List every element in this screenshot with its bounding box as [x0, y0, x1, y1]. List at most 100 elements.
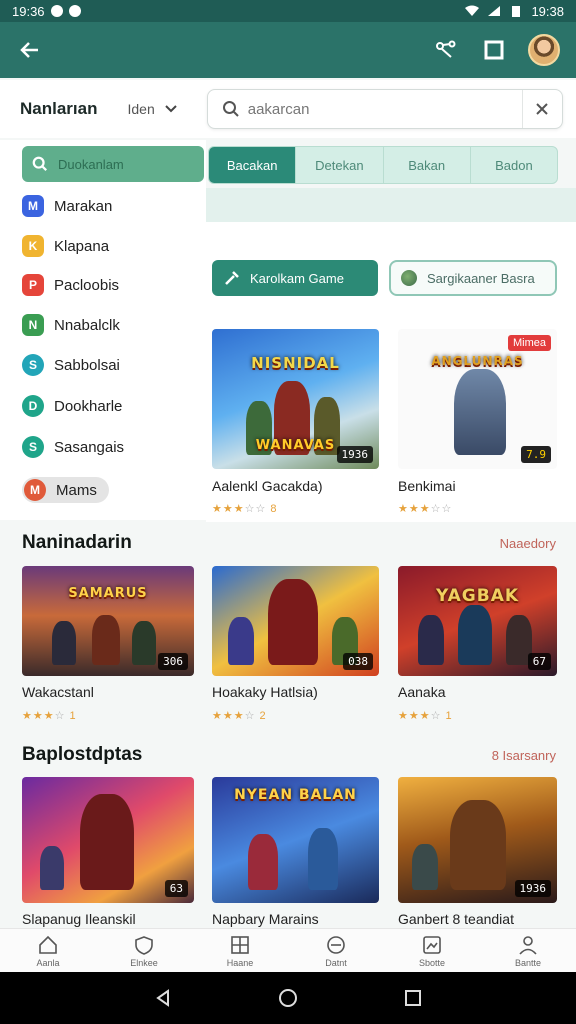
- play-count-badge: 67: [527, 653, 551, 670]
- game-title: Benkimai: [398, 478, 456, 494]
- play-count-badge: 038: [343, 653, 373, 670]
- window-button[interactable]: [480, 36, 508, 64]
- category-icon: S: [22, 436, 44, 458]
- sidebar-item-4[interactable]: S Sabbolsai: [22, 352, 120, 378]
- sidebar-item-7[interactable]: M Mams: [22, 477, 109, 503]
- game-card[interactable]: 63: [22, 777, 194, 903]
- game-logo: SAMARUS: [68, 585, 148, 601]
- sidebar-item-0[interactable]: M Marakan: [22, 193, 112, 219]
- new-tag: Mimea: [507, 335, 551, 351]
- sidebar-item-5[interactable]: D Dookharle: [22, 393, 122, 419]
- search-bar[interactable]: aakarcan: [206, 89, 563, 129]
- nav-item-2[interactable]: Haane: [192, 929, 288, 972]
- nav-label: Aanla: [36, 957, 60, 968]
- close-icon: [536, 103, 548, 115]
- rating-stars: ★★★☆☆ 8: [212, 503, 278, 515]
- sync-icon: [68, 5, 81, 17]
- back-button[interactable]: [16, 36, 44, 64]
- game-title: Slapanug Ileanskil: [22, 911, 136, 927]
- rating-count: 1: [445, 710, 453, 722]
- sidebar-search[interactable]: Duokanlam: [22, 146, 204, 182]
- game-card[interactable]: SAMARUS 306: [22, 566, 194, 676]
- minus-circle-icon: [327, 935, 345, 954]
- wrench-icon: [225, 271, 239, 285]
- nav-item-1[interactable]: Elnkee: [96, 929, 192, 972]
- game-logo: ANGLUNRAS: [431, 354, 524, 369]
- filter-row: Nanlarıan Iden aakarcan: [0, 80, 576, 138]
- tab-1[interactable]: Detekan: [295, 147, 382, 183]
- game-card[interactable]: 038: [212, 566, 379, 676]
- category-icon: M: [22, 195, 44, 217]
- nav-item-5[interactable]: Bantte: [480, 929, 576, 972]
- user-avatar[interactable]: [528, 34, 560, 66]
- rating-count: 2: [259, 710, 267, 722]
- nav-item-0[interactable]: Aanla: [0, 929, 96, 972]
- sidebar: Duokanlam M Marakan K Klapana P Pacloobi…: [0, 140, 206, 520]
- sidebar-item-2[interactable]: P Pacloobis: [22, 272, 119, 298]
- grid-icon: [231, 935, 249, 954]
- play-count-badge: 1936: [336, 446, 373, 463]
- recents-square-icon[interactable]: [403, 988, 423, 1008]
- notification-icon: [50, 5, 63, 17]
- status-bar: 19:36 19:38: [0, 0, 576, 22]
- sidebar-item-label: Dookharle: [54, 397, 123, 415]
- secondary-button-label: Sargikaaner Basra: [427, 270, 535, 286]
- sidebar-item-label: Sabbolsai: [54, 356, 120, 374]
- play-count-badge: 306: [158, 653, 188, 670]
- sidebar-item-label: Marakan: [54, 197, 113, 215]
- play-count-badge: 63: [164, 880, 188, 897]
- home-circle-icon[interactable]: [278, 988, 298, 1008]
- back-triangle-icon[interactable]: [153, 988, 173, 1008]
- featured-card-1[interactable]: ANGLUNRAS Mimea 7.9: [398, 329, 557, 469]
- sidebar-item-1[interactable]: K Klapana: [22, 233, 109, 259]
- sidebar-item-label: Pacloobis: [54, 276, 120, 294]
- nav-label: Haane: [226, 957, 254, 968]
- game-thumbnail: YAGBAK 67: [398, 566, 557, 676]
- section-see-all-link[interactable]: 8 Isarsanry: [492, 748, 556, 763]
- game-logo: NISNIDAL: [251, 354, 340, 373]
- secondary-game-button[interactable]: Sargikaaner Basra: [389, 260, 557, 296]
- game-card[interactable]: NYEAN BALAN: [212, 777, 379, 903]
- status-time-right: 19:38: [531, 3, 564, 19]
- nav-item-4[interactable]: Sbotte: [384, 929, 480, 972]
- sort-dropdown-label: Iden: [127, 101, 155, 117]
- nav-item-3[interactable]: Datnt: [288, 929, 384, 972]
- game-card[interactable]: YAGBAK 67: [398, 566, 557, 676]
- game-title: Ganbert 8 teandiat: [398, 911, 514, 927]
- battery-icon: [512, 6, 521, 17]
- rating-stars: ★★★☆☆: [398, 503, 453, 515]
- game-thumbnail: ANGLUNRAS Mimea 7.9: [398, 329, 557, 469]
- status-time: 19:36: [12, 3, 45, 19]
- nav-label: Datnt: [325, 957, 347, 968]
- sidebar-item-label: Sasangais: [54, 438, 125, 456]
- game-title: Napbary Marains: [212, 911, 319, 927]
- bottom-navigation: Aanla Elnkee Haane Datnt Sbotte Bantte: [0, 928, 576, 972]
- search-input[interactable]: aakarcan: [248, 101, 522, 118]
- rating-stars: ★★★☆ 1: [22, 710, 77, 722]
- game-logo: NYEAN BALAN: [234, 787, 357, 804]
- tab-2[interactable]: Bakan: [382, 147, 470, 183]
- category-icon: N: [22, 314, 44, 336]
- rating-count: 8: [270, 503, 278, 515]
- featured-card-0[interactable]: NISNIDAL WANAVAS 1936: [212, 329, 379, 469]
- clear-search-button[interactable]: [521, 90, 562, 128]
- game-card[interactable]: 1936: [398, 777, 557, 903]
- sort-dropdown[interactable]: Iden: [127, 101, 177, 117]
- nav-label: Sbotte: [418, 957, 446, 968]
- section-see-all-link[interactable]: Naaedory: [500, 536, 556, 551]
- rating-stars: ★★★☆ 1: [398, 710, 453, 722]
- section-title: Baplostdptas: [22, 744, 143, 765]
- search-icon: [32, 156, 48, 172]
- primary-game-button[interactable]: Karolkam Game: [212, 260, 378, 296]
- signal-icon: [488, 6, 501, 16]
- sidebar-item-6[interactable]: S Sasangais: [22, 434, 124, 460]
- tab-0[interactable]: Bacakan: [209, 147, 296, 183]
- home-icon: [39, 935, 57, 954]
- sidebar-item-label: Nnabalclk: [54, 316, 120, 334]
- tab-3[interactable]: Badon: [469, 147, 557, 183]
- category-icon: D: [22, 395, 44, 417]
- game-title: Aalenkl Gacakda): [212, 478, 323, 494]
- sidebar-item-3[interactable]: N Nnabalclk: [22, 312, 120, 338]
- share-button[interactable]: [432, 36, 460, 64]
- game-thumbnail: 63: [22, 777, 194, 903]
